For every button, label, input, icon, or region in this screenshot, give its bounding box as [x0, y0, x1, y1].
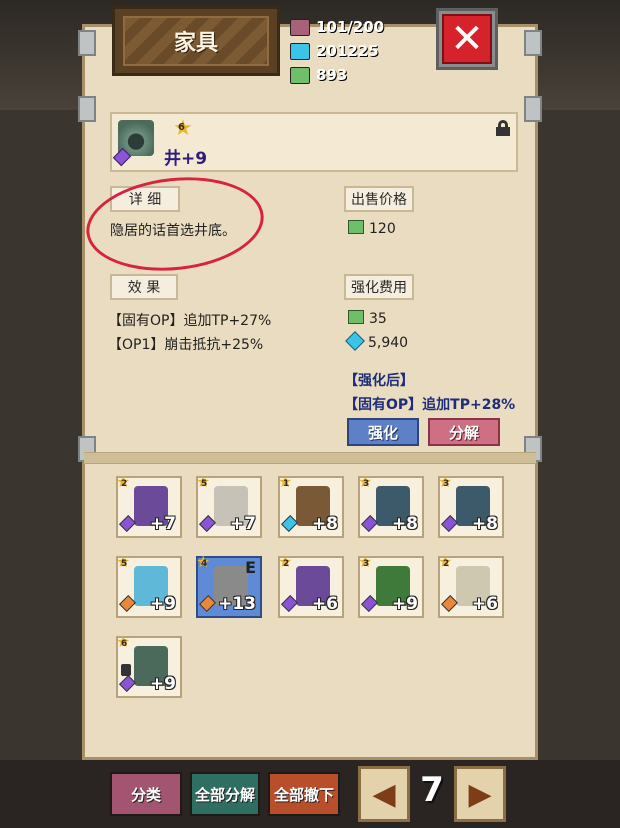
enhance-level: +8 — [311, 514, 338, 534]
star-level: 6 — [178, 122, 185, 133]
slot-star-level: 5 — [201, 479, 208, 489]
furniture-slot[interactable]: ★ 2 +6 — [438, 554, 504, 618]
furniture-slot[interactable]: ★ 3 +9 — [358, 554, 424, 618]
ore-icon — [348, 310, 364, 324]
enhance-level: +9 — [391, 594, 418, 614]
ore-icon — [290, 66, 310, 84]
corner-bolt — [78, 96, 96, 122]
slot-star-level: 5 — [121, 559, 128, 569]
close-button[interactable]: ✕ — [436, 8, 498, 70]
furniture-slot[interactable]: ★ 3 +8 — [438, 474, 504, 538]
enhance-level: +7 — [149, 514, 176, 534]
upgrade-ore-cost: 35 — [348, 310, 387, 327]
prev-page-button[interactable]: ◀ — [358, 766, 410, 822]
furniture-slot[interactable]: ★ 5 +9 — [116, 554, 182, 618]
lock-icon — [121, 664, 131, 676]
after-upgrade-label: 【强化后】 — [344, 373, 414, 389]
title-plank: 家具 — [112, 6, 280, 76]
sort-button[interactable]: 分类 — [110, 772, 182, 816]
enhance-level: +9 — [149, 594, 176, 614]
crystal-icon — [345, 331, 365, 351]
enhance-level: +9 — [149, 674, 176, 694]
storage-counter: 101/200 — [290, 18, 384, 36]
enhance-level: +8 — [471, 514, 498, 534]
furniture-slot[interactable]: ★ 5 +7 — [196, 474, 262, 538]
enhance-level: +8 — [391, 514, 418, 534]
equipped-badge: E — [245, 558, 256, 577]
slot-star-level: 3 — [443, 479, 450, 489]
after-upgrade-line: 【固有OP】追加TP+28% — [344, 397, 516, 413]
enhance-level: +6 — [311, 594, 338, 614]
slot-star-level: 1 — [283, 479, 290, 489]
section-divider — [84, 452, 536, 464]
effect-line: 【固有OP】追加TP+27% — [108, 313, 272, 329]
storage-box-icon — [290, 18, 310, 36]
dismantle-button[interactable]: 分解 — [428, 418, 500, 446]
furniture-slot[interactable]: ★ 2 +7 — [116, 474, 182, 538]
lock-icon[interactable] — [496, 120, 510, 136]
slot-star-level: 2 — [283, 559, 290, 569]
page-title: 家具 — [173, 31, 218, 56]
sell-price-label: 出售价格 — [344, 186, 414, 212]
furniture-slot[interactable]: ★ 4 E +13 — [196, 554, 262, 618]
ore-counter: 893 — [290, 66, 347, 84]
next-page-button[interactable]: ▶ — [454, 766, 506, 822]
ore-icon — [348, 220, 364, 234]
enhance-level: +13 — [218, 594, 256, 614]
furniture-slot[interactable]: ★ 1 +8 — [278, 474, 344, 538]
triangle-right-icon: ▶ — [468, 776, 492, 812]
dismantle-all-button[interactable]: 全部分解 — [190, 772, 260, 816]
slot-star-level: 4 — [201, 559, 208, 569]
crystal-counter: 201225 — [290, 42, 379, 60]
page-number: 7 — [420, 770, 444, 810]
enhance-level: +6 — [471, 594, 498, 614]
slot-star-level: 6 — [121, 639, 128, 649]
upgrade-crystal-cost: 5,940 — [345, 331, 408, 351]
sell-price: 120 — [348, 220, 396, 237]
slot-star-level: 2 — [443, 559, 450, 569]
crystal-icon — [290, 42, 310, 60]
furniture-slot[interactable]: ★ 6 +9 — [116, 634, 182, 698]
furniture-slot[interactable]: ★ 2 +6 — [278, 554, 344, 618]
item-header: ★ 6 井+9 — [110, 112, 518, 172]
corner-bolt — [524, 96, 542, 122]
upgrade-button[interactable]: 强化 — [347, 418, 419, 446]
close-x-icon: ✕ — [442, 14, 492, 64]
slot-star-level: 3 — [363, 479, 370, 489]
item-name: 井+9 — [164, 149, 208, 169]
triangle-left-icon: ◀ — [372, 776, 396, 812]
slot-star-level: 3 — [363, 559, 370, 569]
remove-all-button[interactable]: 全部撤下 — [268, 772, 340, 816]
slot-star-level: 2 — [121, 479, 128, 489]
effect-line: 【OP1】崩击抵抗+25% — [108, 337, 264, 353]
enhance-level: +7 — [229, 514, 256, 534]
corner-bolt — [524, 30, 542, 56]
furniture-slot[interactable]: ★ 3 +8 — [358, 474, 424, 538]
effect-label: 效 果 — [110, 274, 178, 300]
corner-bolt — [78, 30, 96, 56]
upgrade-cost-label: 强化费用 — [344, 274, 414, 300]
